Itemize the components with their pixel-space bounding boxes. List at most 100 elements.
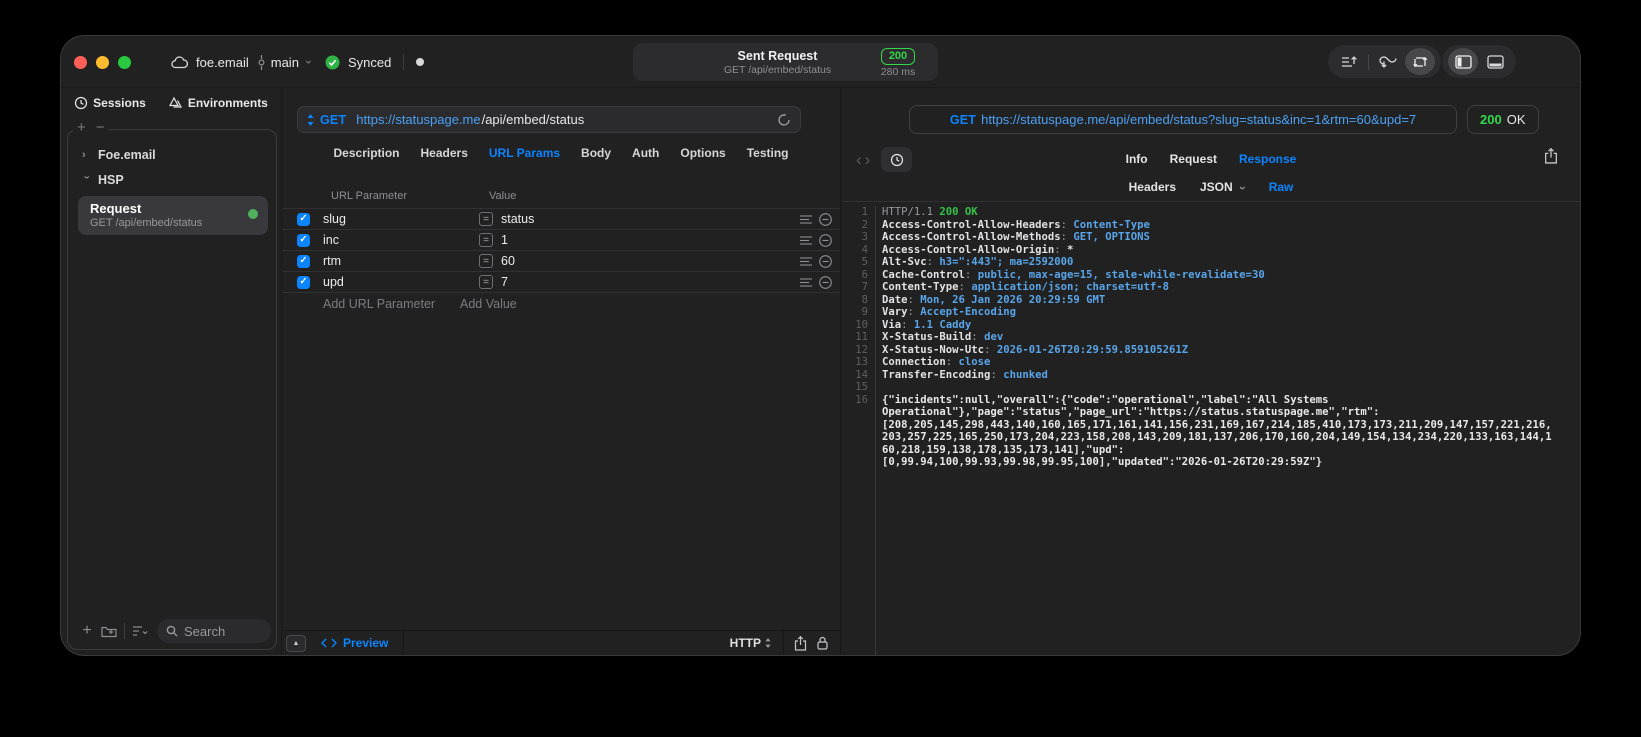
param-value[interactable]: 60 — [501, 254, 515, 268]
response-line: 13 Connection: close — [842, 356, 1580, 369]
tab-sessions[interactable]: Sessions — [74, 96, 146, 110]
param-value[interactable]: 7 — [501, 275, 508, 289]
tab-auth[interactable]: Auth — [632, 146, 659, 160]
response-subtab-headers[interactable]: Headers — [1129, 180, 1176, 194]
add-session-button[interactable]: + — [77, 120, 86, 135]
line-number: 9 — [861, 306, 868, 318]
refresh-icon[interactable] — [777, 112, 791, 127]
request-pane: GET https://statuspage.me /api/embed/sta… — [282, 88, 841, 655]
remove-param-icon[interactable] — [819, 233, 832, 247]
add-url-parameter-placeholder[interactable]: Add URL Parameter — [282, 297, 460, 311]
toolbar-group-layout — [1442, 45, 1516, 78]
param-name[interactable]: rtm — [323, 254, 341, 268]
response-line: Operational"},"page":"status","page_url"… — [842, 406, 1580, 419]
row-options-icon[interactable] — [800, 235, 812, 245]
chevron-collapsed-icon[interactable]: › — [82, 149, 91, 161]
code-token: GET, OPTIONS — [1073, 231, 1150, 243]
protocol-selector[interactable]: HTTP — [730, 636, 771, 650]
tab-options[interactable]: Options — [680, 146, 725, 160]
line-number: 11 — [855, 331, 868, 343]
chevron-expanded-icon[interactable]: › — [81, 175, 93, 184]
lock-icon[interactable] — [817, 636, 828, 650]
tab-testing[interactable]: Testing — [747, 146, 789, 160]
preview-button[interactable]: Preview — [321, 636, 388, 650]
request-url-field[interactable]: GET https://statuspage.me /api/embed/sta… — [297, 106, 801, 133]
line-number — [842, 456, 868, 469]
param-row-upd: ✓ upd = 7 — [282, 271, 840, 292]
param-name[interactable]: inc — [323, 233, 339, 247]
sync-requests-icon[interactable] — [1405, 48, 1435, 75]
sort-filter-icon[interactable] — [129, 620, 151, 642]
response-subtab-json[interactable]: JSON — [1200, 180, 1233, 194]
sidebar-group-hsp[interactable]: › HSP — [78, 167, 268, 192]
export-response-icon[interactable] — [1544, 148, 1558, 164]
param-enabled-checkbox[interactable]: ✓ — [297, 212, 310, 226]
sidebar-item-request[interactable]: Request GET /api/embed/status — [78, 196, 268, 235]
search-field[interactable] — [157, 619, 271, 643]
row-options-icon[interactable] — [800, 214, 812, 224]
param-value[interactable]: status — [501, 212, 534, 226]
row-options-icon[interactable] — [800, 277, 812, 287]
bottom-panel-toggle-icon[interactable] — [1480, 48, 1510, 75]
response-line: 15 — [842, 381, 1580, 394]
close-window-button[interactable] — [74, 56, 87, 69]
branch-selector[interactable]: main — [271, 55, 299, 70]
chevron-down-icon: › — [1235, 186, 1250, 190]
response-tab-response[interactable]: Response — [1239, 152, 1296, 166]
add-value-placeholder[interactable]: Add Value — [460, 297, 517, 311]
remove-param-icon[interactable] — [819, 254, 832, 268]
param-name[interactable]: slug — [323, 212, 346, 226]
response-url-field[interactable]: GET https://statuspage.me/api/embed/stat… — [909, 105, 1457, 134]
row-options-icon[interactable] — [800, 256, 812, 266]
zoom-window-button[interactable] — [118, 56, 131, 69]
code-token: Content-Type — [882, 281, 959, 293]
sidebar-group-foe-email[interactable]: › Foe.email — [78, 142, 268, 167]
remove-param-icon[interactable] — [819, 212, 832, 226]
tab-environments[interactable]: Environments — [168, 96, 268, 110]
response-body[interactable]: 1 HTTP/1.1 200 OK 2 Access-Control-Allow-He… — [842, 206, 1580, 655]
line-number: 2 — [861, 218, 868, 231]
new-folder-button[interactable] — [98, 620, 120, 642]
param-enabled-checkbox[interactable]: ✓ — [297, 233, 310, 247]
response-line: 12 X-Status-Now-Utc: 2026-01-26T20:29:59.… — [842, 344, 1580, 357]
method-selector-icon[interactable] — [307, 113, 314, 126]
tab-body[interactable]: Body — [581, 146, 611, 160]
param-enabled-checkbox[interactable]: ✓ — [297, 275, 310, 289]
code-token: h3=":443"; ma=2592000 — [939, 256, 1074, 268]
share-icon[interactable] — [794, 635, 807, 651]
param-value[interactable]: 1 — [501, 233, 508, 247]
remove-session-button[interactable]: − — [96, 120, 105, 135]
tab-url-params[interactable]: URL Params — [489, 146, 560, 160]
param-row-actions — [800, 254, 832, 268]
minimize-window-button[interactable] — [96, 56, 109, 69]
line-number — [842, 444, 868, 457]
response-tab-info[interactable]: Info — [1126, 152, 1148, 166]
response-line: 5 Alt-Svc: h3=":443"; ma=2592000 — [842, 256, 1580, 269]
search-input[interactable] — [184, 623, 262, 639]
request-item-title: Request — [90, 201, 142, 216]
line-number: 10 — [855, 318, 868, 331]
add-request-button[interactable]: + — [76, 620, 98, 642]
code-token: X-Status-Build — [882, 331, 972, 343]
add-parameter-row[interactable]: Add URL Parameter Add Value — [282, 292, 840, 314]
chevron-down-icon[interactable]: › — [302, 60, 316, 64]
response-subtab-raw[interactable]: Raw — [1269, 180, 1294, 194]
line-number — [842, 406, 868, 419]
line-text: Access-Control-Allow-Methods: GET, OPTIO… — [868, 231, 1150, 244]
sidebar-toggle-icon[interactable] — [1448, 48, 1478, 75]
remove-param-icon[interactable] — [819, 275, 832, 289]
project-name[interactable]: foe.email — [196, 55, 249, 70]
line-text: Content-Type: application/json; charset=… — [868, 281, 1169, 294]
loop-download-icon[interactable] — [1373, 48, 1403, 75]
import-export-icon[interactable] — [1334, 48, 1364, 75]
tab-headers[interactable]: Headers — [421, 146, 468, 160]
code-token: Cache-Control — [882, 268, 965, 281]
response-tab-request[interactable]: Request — [1170, 152, 1217, 166]
param-name[interactable]: upd — [323, 275, 344, 289]
sent-request-pill[interactable]: Sent Request GET /api/embed/status 200 2… — [633, 43, 938, 81]
request-method[interactable]: GET — [320, 113, 346, 127]
expand-panel-button[interactable]: ▲ — [286, 634, 306, 652]
tab-description[interactable]: Description — [334, 146, 400, 160]
line-text: Vary: Accept-Encoding — [868, 306, 1016, 319]
param-enabled-checkbox[interactable]: ✓ — [297, 254, 310, 268]
